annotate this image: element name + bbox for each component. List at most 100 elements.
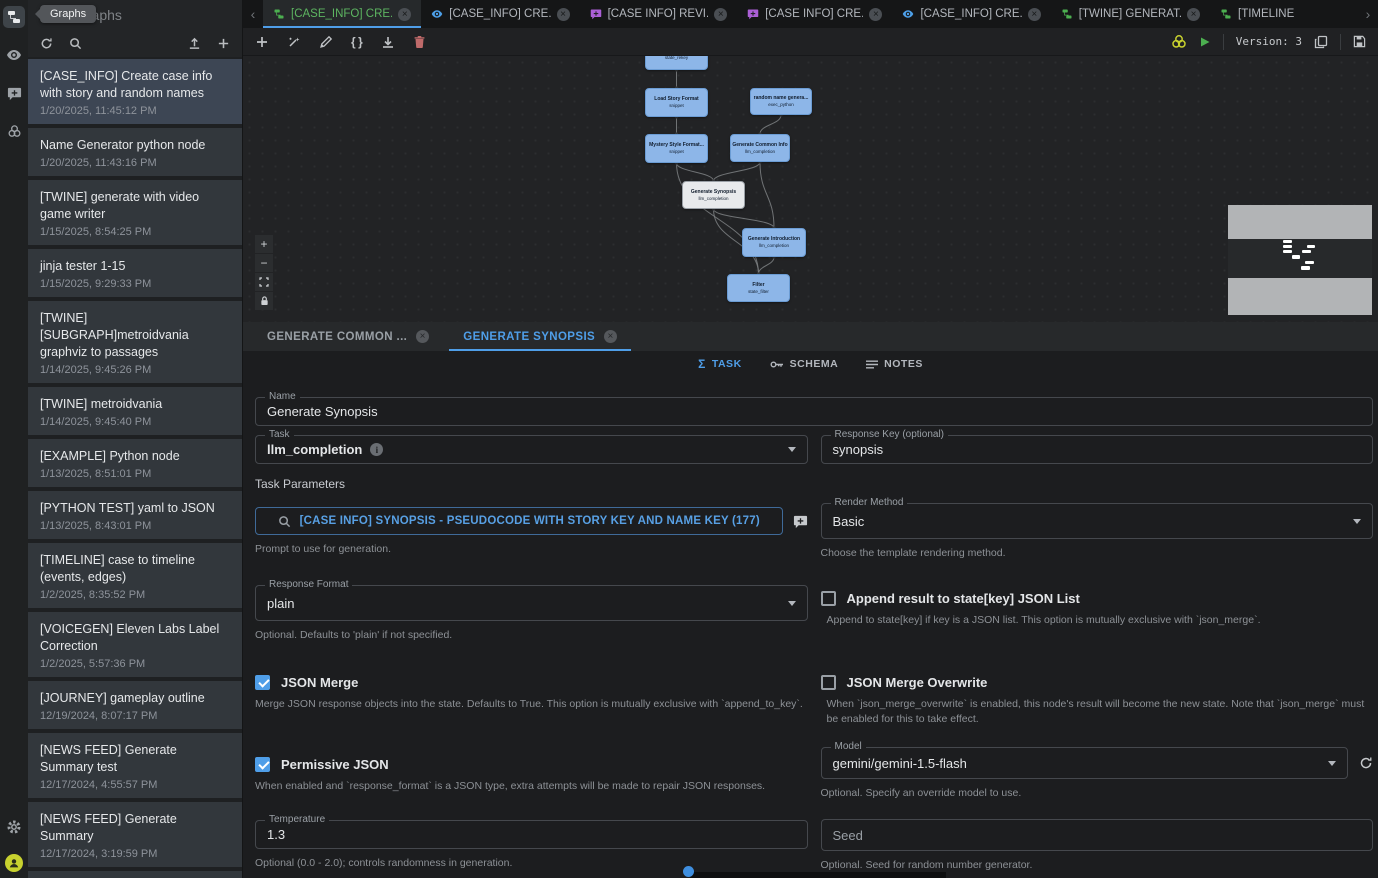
temperature-label: Temperature — [265, 814, 329, 825]
close-icon[interactable]: × — [1187, 8, 1200, 21]
add-graph-icon[interactable] — [217, 37, 230, 50]
close-icon[interactable]: × — [869, 8, 882, 21]
node-tab[interactable]: GENERATE COMMON ... × — [253, 322, 443, 351]
tabs-scroll-right-icon[interactable]: › — [1358, 0, 1378, 28]
graphs-sidebar: Graphs Graphs [CASE_INFO] Create case in… — [28, 0, 243, 878]
close-icon[interactable]: × — [557, 8, 570, 21]
seed-helper: Optional. Seed for random number generat… — [821, 858, 1374, 873]
list-item[interactable]: [TIMELINE] case to timeline (events, edg… — [28, 543, 242, 608]
graph-node[interactable]: random name genera... exec_python — [750, 88, 812, 115]
node-title: Generate Common Info — [732, 142, 787, 149]
graph-tab[interactable]: [CASE_INFO] CRE... × — [892, 0, 1050, 28]
model-select[interactable]: Model gemini/gemini-1.5-flash — [821, 747, 1349, 779]
search-icon[interactable] — [69, 37, 82, 50]
tab-schema[interactable]: SCHEMA — [770, 358, 839, 370]
auto-layout-wand-icon[interactable] — [287, 35, 301, 49]
prompts-nav-icon[interactable] — [3, 82, 25, 104]
eye-tab-icon — [431, 8, 443, 20]
close-icon[interactable]: × — [1028, 8, 1041, 21]
graph-title: Name Generator python node — [40, 137, 230, 154]
horizontal-scrollbar[interactable] — [690, 872, 946, 878]
info-icon[interactable]: i — [370, 443, 383, 456]
response-format-select[interactable]: Response Format plain — [255, 585, 808, 621]
upload-icon[interactable] — [188, 37, 201, 50]
node-task-type: state_filter — [748, 289, 769, 295]
graph-canvas[interactable]: state_rekey Load Story Format snippet ra… — [243, 56, 1378, 322]
sidebar-toolbar — [28, 30, 242, 57]
delete-trash-icon[interactable] — [413, 35, 426, 49]
append-result-checkbox[interactable] — [821, 591, 836, 606]
tab-notes[interactable]: NOTES — [866, 358, 923, 370]
fit-view-icon[interactable] — [255, 273, 273, 291]
download-icon[interactable] — [381, 35, 395, 49]
refresh-icon[interactable] — [40, 37, 53, 50]
list-item[interactable]: [NEWS FEED] Generate Summary test 12/17/… — [28, 733, 242, 798]
add-prompt-comment-icon[interactable] — [793, 514, 808, 529]
response-key-value: synopsis — [833, 442, 884, 457]
graph-tab[interactable]: [CASE_INFO] CRE... × — [421, 0, 579, 28]
response-key-field[interactable]: Response Key (optional) synopsis — [821, 435, 1374, 464]
list-item[interactable]: [TWINE] generate with video game writer … — [28, 180, 242, 245]
list-item[interactable]: [NEWS FEED] Generate Summary 12/17/2024,… — [28, 802, 242, 867]
list-item[interactable]: [EXAMPLE] Python node 1/13/2025, 8:51:01… — [28, 439, 242, 487]
list-item[interactable]: [TWINE] metroidvania 1/14/2025, 9:45:40 … — [28, 387, 242, 435]
list-item[interactable]: [PYTHON TEST] yaml to JSON 1/13/2025, 8:… — [28, 491, 242, 539]
refresh-models-icon[interactable] — [1359, 756, 1373, 770]
close-icon[interactable]: × — [416, 330, 429, 343]
graph-node[interactable]: Generate Common Info llm_completion — [730, 134, 790, 162]
save-icon[interactable] — [1353, 35, 1366, 48]
graph-node[interactable]: Filter state_filter — [727, 274, 790, 302]
list-item[interactable]: Name Generator python node 1/20/2025, 11… — [28, 128, 242, 176]
close-icon[interactable]: × — [398, 8, 411, 21]
settings-gear-icon[interactable] — [3, 816, 25, 838]
close-icon[interactable]: × — [714, 8, 727, 21]
node-task-type: llm_completion — [759, 243, 789, 249]
graph-node[interactable]: state_rekey — [645, 56, 708, 70]
copy-icon[interactable] — [1314, 35, 1328, 49]
panel-sub-tabs: Σ TASK SCHEMA NOTES — [243, 351, 1378, 377]
edit-pencil-icon[interactable] — [319, 35, 333, 49]
graph-tab[interactable]: [TWINE] GENERAT... × — [1051, 0, 1210, 28]
permissive-json-checkbox[interactable] — [255, 757, 270, 772]
graph-node[interactable]: Mystery Style Format... snippet — [645, 134, 708, 163]
list-item[interactable]: [VOICEGEN] Eleven Labs Label Correction … — [28, 612, 242, 677]
zoom-in-icon[interactable]: + — [255, 235, 273, 253]
graph-tab[interactable]: [CASE INFO] REVI... × — [580, 0, 738, 28]
add-node-icon[interactable] — [255, 35, 269, 49]
graph-node[interactable]: Generate Synopsis llm_completion — [682, 181, 745, 209]
tab-notes-label: NOTES — [884, 358, 923, 370]
pipelines-nav-icon[interactable] — [3, 120, 25, 142]
temperature-field[interactable]: Temperature 1.3 — [255, 820, 808, 849]
name-field[interactable]: Name Generate Synopsis — [255, 397, 1373, 426]
json-merge-overwrite-checkbox[interactable] — [821, 675, 836, 690]
json-braces-icon[interactable]: { } — [351, 35, 363, 49]
list-item[interactable]: [CASE_INFO] Create case info with story … — [28, 59, 242, 124]
list-item[interactable]: [TWINE][SUBGRAPH]metroidvania graphviz t… — [28, 301, 242, 383]
seed-field[interactable]: Seed — [821, 819, 1374, 851]
render-method-select[interactable]: Render Method Basic — [821, 503, 1374, 539]
lock-icon[interactable] — [255, 292, 273, 310]
prompt-select-button[interactable]: [CASE INFO] SYNOPSIS - PSEUDOCODE WITH S… — [255, 507, 783, 535]
node-tab[interactable]: GENERATE SYNOPSIS × — [449, 322, 631, 351]
json-merge-checkbox[interactable] — [255, 675, 270, 690]
graph-tab[interactable]: [CASE INFO] CRE... × — [737, 0, 892, 28]
tab-task[interactable]: Σ TASK — [698, 357, 742, 371]
graphs-nav-icon[interactable] — [3, 6, 25, 28]
task-select[interactable]: Task llm_completion i — [255, 435, 808, 464]
graph-node[interactable]: Load Story Format snippet — [645, 88, 708, 117]
list-item[interactable]: jinja tester 1-15 1/15/2025, 9:29:33 PM — [28, 249, 242, 297]
run-play-icon[interactable] — [1199, 36, 1211, 48]
minimap[interactable] — [1228, 205, 1372, 315]
knot-icon[interactable] — [1171, 34, 1187, 49]
tabs-scroll-left-icon[interactable]: ‹ — [243, 0, 263, 28]
list-item[interactable]: [CASE_INFO] Create case info with story … — [28, 871, 242, 878]
close-icon[interactable]: × — [604, 330, 617, 343]
graph-tab[interactable]: [CASE_INFO] CRE... × — [263, 0, 421, 28]
panel-resize-handle[interactable] — [683, 866, 694, 877]
graph-node[interactable]: Generate Introduction llm_completion — [742, 228, 806, 257]
user-avatar[interactable] — [5, 854, 23, 872]
list-item[interactable]: [JOURNEY] gameplay outline 12/19/2024, 8… — [28, 681, 242, 729]
eye-nav-icon[interactable] — [3, 44, 25, 66]
zoom-out-icon[interactable]: − — [255, 254, 273, 272]
graph-tab[interactable]: [TIMELINE × — [1210, 0, 1358, 28]
